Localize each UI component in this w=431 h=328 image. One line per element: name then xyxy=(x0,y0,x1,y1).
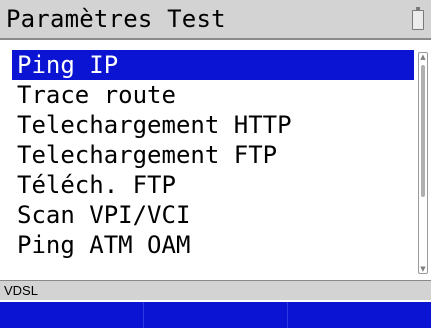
softkey-3[interactable] xyxy=(288,302,431,328)
menu-item-http-download[interactable]: Telechargement HTTP xyxy=(12,110,414,140)
vertical-scrollbar[interactable]: ▲ ▼ xyxy=(418,52,428,274)
menu-item-atm-oam-ping[interactable]: Ping ATM OAM xyxy=(12,230,414,260)
menu-item-ping-ip[interactable]: Ping IP xyxy=(12,50,414,80)
softkey-2[interactable] xyxy=(144,302,288,328)
battery-icon xyxy=(412,7,424,30)
test-parameters-menu: Ping IP Trace route Telechargement HTTP … xyxy=(0,42,431,278)
menu-item-trace-route[interactable]: Trace route xyxy=(12,80,414,110)
softkey-bar xyxy=(0,302,431,328)
title-bar: Paramètres Test xyxy=(0,0,431,40)
scroll-thumb[interactable] xyxy=(421,65,425,197)
scroll-up-arrow-icon[interactable]: ▲ xyxy=(419,53,427,61)
connection-type-label: VDSL xyxy=(4,283,38,298)
scroll-down-arrow-icon[interactable]: ▼ xyxy=(419,265,427,273)
menu-item-vpi-vci-scan[interactable]: Scan VPI/VCI xyxy=(12,200,414,230)
page-title: Paramètres Test xyxy=(6,5,226,33)
menu-item-ftp-download-short[interactable]: Téléch. FTP xyxy=(12,170,414,200)
menu-list: Ping IP Trace route Telechargement HTTP … xyxy=(12,50,414,260)
device-screen: Paramètres Test Ping IP Trace route Tele… xyxy=(0,0,431,328)
menu-item-ftp-download[interactable]: Telechargement FTP xyxy=(12,140,414,170)
softkey-1[interactable] xyxy=(0,302,144,328)
status-bar: VDSL xyxy=(0,280,431,300)
